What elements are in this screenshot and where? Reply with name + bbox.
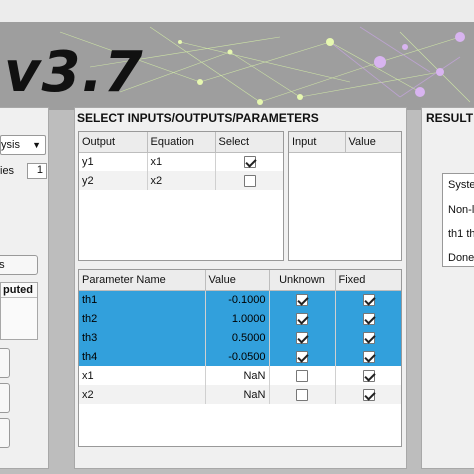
left-action-button[interactable]: 's xyxy=(0,255,38,275)
result-line: Syste xyxy=(448,179,474,191)
param-value-cell[interactable]: NaN xyxy=(205,385,270,404)
params-header-name: Parameter Name xyxy=(79,270,206,291)
param-value-cell[interactable]: -0.0500 xyxy=(205,347,270,366)
params-header-unknown: Unknown xyxy=(269,270,336,291)
inputs-header-input: Input xyxy=(289,132,346,153)
equation-cell: x1 xyxy=(147,152,216,171)
result-panel: RESULT xyxy=(421,107,474,469)
params-header-fixed: Fixed xyxy=(335,270,401,291)
table-row[interactable]: th4 -0.0500 xyxy=(79,347,401,366)
analysis-dropdown[interactable]: ysis ▼ xyxy=(0,135,46,155)
unknown-checkbox[interactable] xyxy=(296,312,308,325)
fixed-checkbox[interactable] xyxy=(363,350,375,363)
output-cell: y2 xyxy=(79,171,148,190)
unknown-checkbox[interactable] xyxy=(296,350,308,363)
fixed-checkbox[interactable] xyxy=(363,388,375,401)
table-row[interactable]: y2 x2 xyxy=(79,171,283,190)
result-text-box[interactable]: Syste Non-l th1 th Done xyxy=(442,173,474,267)
left-button-1[interactable] xyxy=(0,348,10,378)
unknown-checkbox[interactable] xyxy=(296,369,308,382)
fixed-checkbox[interactable] xyxy=(363,312,375,325)
dropdown-value: ysis xyxy=(1,139,20,151)
table-row[interactable]: x2 NaN xyxy=(79,385,401,404)
param-value-cell[interactable]: 1.0000 xyxy=(205,309,270,328)
computed-header: puted xyxy=(1,283,37,298)
fixed-checkbox[interactable] xyxy=(363,293,375,306)
table-row[interactable]: th3 0.5000 xyxy=(79,328,401,347)
select-panel-title: SELECT INPUTS/OUTPUTS/PARAMETERS xyxy=(77,111,319,125)
select-checkbox[interactable] xyxy=(244,174,256,187)
left-button-2[interactable] xyxy=(0,383,10,413)
result-panel-title: RESULT xyxy=(426,111,474,125)
param-value-cell[interactable]: 0.5000 xyxy=(205,328,270,347)
result-line: Done xyxy=(448,252,474,264)
table-row[interactable]: th1 -0.1000 xyxy=(79,290,401,309)
outputs-header-select: Select xyxy=(215,132,283,153)
unknown-checkbox[interactable] xyxy=(296,331,308,344)
result-line: th1 th xyxy=(448,228,474,240)
computed-box: puted xyxy=(0,282,38,340)
parameters-table[interactable]: Parameter Name Value Unknown Fixed th1 -… xyxy=(78,269,402,447)
count-input[interactable]: 1 xyxy=(27,163,47,179)
param-name-cell: th1 xyxy=(79,290,206,309)
chevron-down-icon: ▼ xyxy=(32,140,41,150)
fixed-checkbox[interactable] xyxy=(363,369,375,382)
param-name-cell: x1 xyxy=(79,366,206,385)
param-value-cell[interactable]: NaN xyxy=(205,366,270,385)
table-row[interactable]: y1 x1 xyxy=(79,152,283,171)
outputs-header-equation: Equation xyxy=(147,132,216,153)
param-value-cell[interactable]: -0.1000 xyxy=(205,290,270,309)
param-name-cell: th4 xyxy=(79,347,206,366)
select-checkbox[interactable] xyxy=(244,155,256,168)
params-header-value: Value xyxy=(205,270,270,291)
table-row[interactable]: th2 1.0000 xyxy=(79,309,401,328)
unknown-checkbox[interactable] xyxy=(296,388,308,401)
app-title: v3.7 xyxy=(4,40,144,105)
fixed-checkbox[interactable] xyxy=(363,331,375,344)
result-line: Non-l xyxy=(448,204,474,216)
unknown-checkbox[interactable] xyxy=(296,293,308,306)
param-name-cell: th2 xyxy=(79,309,206,328)
param-name-cell: th3 xyxy=(79,328,206,347)
outputs-table[interactable]: Output Equation Select y1 x1 y2 x2 xyxy=(78,131,284,261)
window-top-bar xyxy=(0,0,474,24)
equation-cell: x2 xyxy=(147,171,216,190)
output-cell: y1 xyxy=(79,152,148,171)
count-label: ies xyxy=(0,165,15,177)
table-row[interactable]: x1 NaN xyxy=(79,366,401,385)
inputs-header-value: Value xyxy=(345,132,401,153)
app-banner: v3.7 xyxy=(0,22,474,110)
inputs-table[interactable]: Input Value xyxy=(288,131,402,261)
left-button-3[interactable] xyxy=(0,418,10,448)
param-name-cell: x2 xyxy=(79,385,206,404)
outputs-header-output: Output xyxy=(79,132,148,153)
left-action-label: 's xyxy=(0,259,5,271)
